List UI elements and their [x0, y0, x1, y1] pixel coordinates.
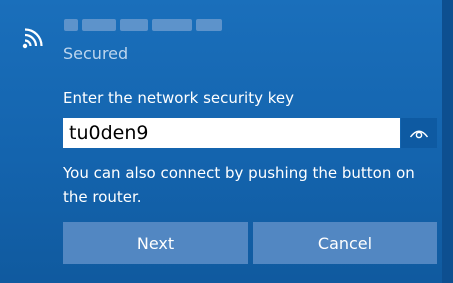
security-key-input[interactable]: [63, 118, 400, 148]
flyout-edge: [442, 0, 453, 283]
wps-hint-text: You can also connect by pushing the butt…: [63, 164, 415, 206]
cancel-button[interactable]: Cancel: [253, 222, 437, 264]
next-button[interactable]: Next: [63, 222, 248, 264]
security-key-field[interactable]: [63, 118, 400, 148]
reveal-password-button[interactable]: [401, 118, 437, 148]
eye-icon: [409, 124, 429, 143]
wifi-connect-flyout: Secured Enter the network security key Y…: [0, 0, 453, 283]
security-key-label: Enter the network security key: [63, 89, 295, 107]
network-status: Secured: [63, 44, 129, 63]
network-name-redacted: [64, 16, 224, 36]
wifi-icon: [22, 27, 48, 49]
